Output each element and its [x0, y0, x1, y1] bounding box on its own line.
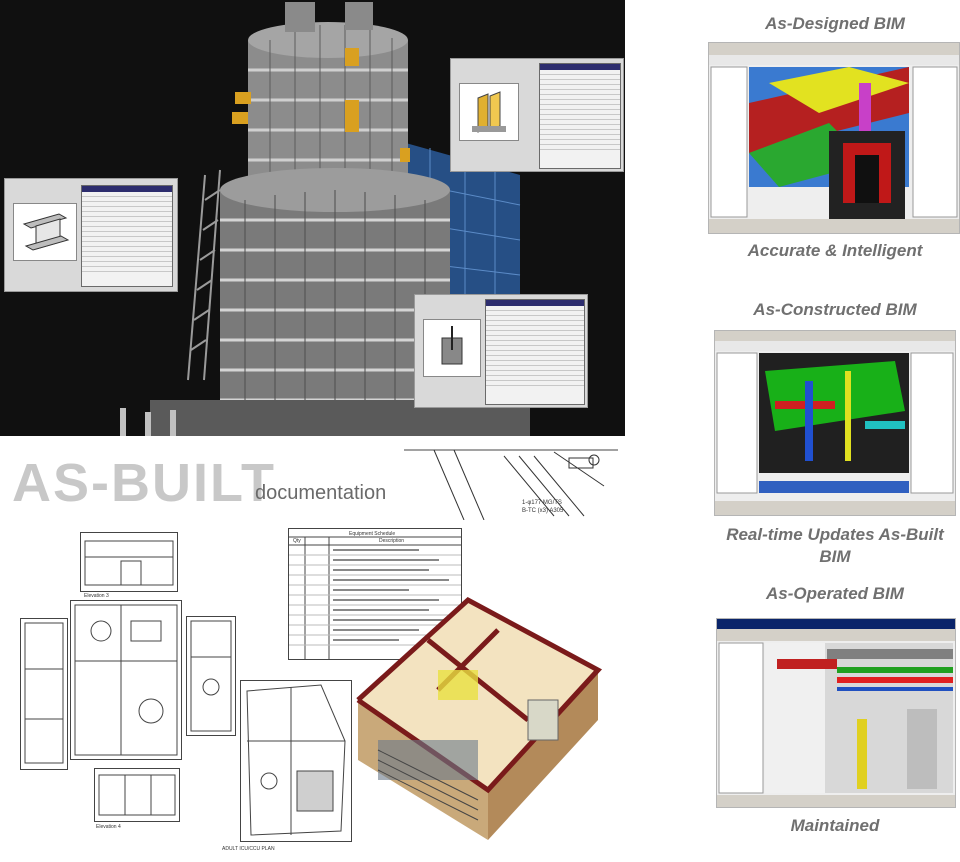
as-designed-screenshot — [708, 42, 960, 234]
plate-parameter-table — [485, 299, 585, 405]
plate-thumbnail — [423, 319, 481, 377]
side-elevation-left — [20, 618, 68, 770]
plate-properties-callout — [414, 294, 588, 408]
icu-plan-label: ADULT ICU/CCU PLAN — [222, 846, 275, 852]
bracket-properties-callout — [450, 58, 624, 172]
elevation-3-sheet — [80, 532, 178, 592]
beam-properties-callout — [4, 178, 178, 292]
floor-plan-sheet — [70, 600, 182, 760]
detail-note-2: B-TC (x3) A305 — [522, 508, 564, 514]
beam-parameter-table — [81, 185, 173, 287]
realtime-updates-caption: Real-time Updates As-Built BIM — [726, 525, 944, 566]
building-render — [0, 0, 625, 436]
detail-note-1: 1-φ177 MG/TS — [522, 500, 562, 506]
as-designed-title: As-Designed BIM — [765, 14, 905, 33]
as-operated-title: As-Operated BIM — [766, 584, 904, 603]
documentation-subtitle: documentation — [255, 482, 387, 504]
bracket-thumbnail — [459, 83, 519, 141]
as-constructed-screenshot — [714, 330, 956, 516]
schedule-title: Equipment Schedule — [349, 531, 396, 537]
connection-detail-drawing: 1-φ177 MG/TS B-TC (x3) A305 — [404, 446, 618, 521]
schedule-desc-header: Description — [379, 538, 405, 544]
schedule-qty-header: Qty — [293, 538, 301, 544]
as-operated-screenshot — [716, 618, 956, 808]
elevation-3-label: Elevation 3 — [84, 593, 109, 599]
elevation-4-sheet — [94, 768, 180, 822]
maintained-caption: Maintained — [790, 816, 880, 835]
elevation-4-label: Elevation 4 — [96, 824, 121, 830]
as-constructed-title: As-Constructed BIM — [753, 300, 917, 319]
room-cutaway-3d — [348, 590, 610, 852]
accurate-intelligent-caption: Accurate & Intelligent — [747, 241, 923, 260]
icu-plan-sheet — [240, 680, 352, 842]
bracket-parameter-table — [539, 63, 621, 169]
beam-thumbnail — [13, 203, 77, 261]
as-built-title: AS-BUILT — [12, 453, 276, 513]
side-elevation-right — [186, 616, 236, 736]
